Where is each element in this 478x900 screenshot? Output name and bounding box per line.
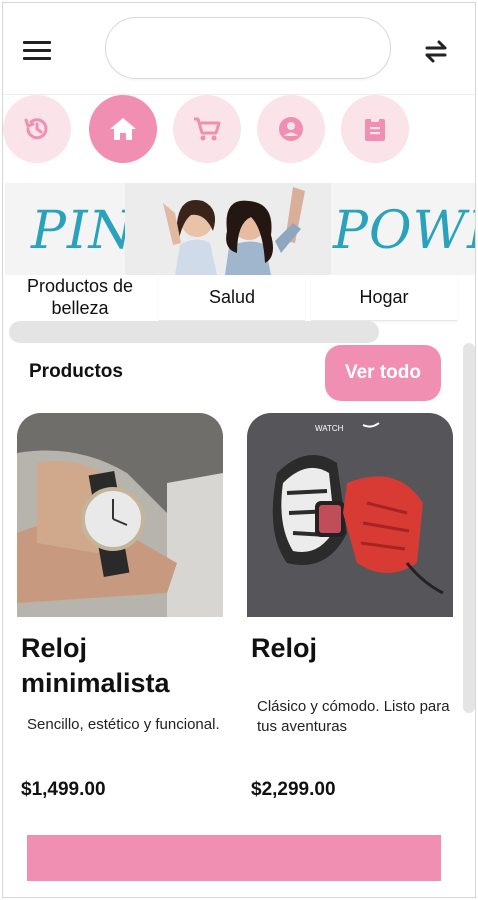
category-tabs: Productos de belleza Salud Hogar (3, 275, 475, 321)
vertical-scrollbar[interactable] (463, 343, 475, 713)
nav-history-button[interactable] (3, 95, 71, 163)
product-description: Clásico y cómodo. Listo para tus aventur… (257, 698, 450, 736)
product-image-brand-text: WATCH (315, 424, 344, 433)
product-price: $1,499.00 (21, 779, 106, 800)
hamburger-menu-icon[interactable] (23, 33, 63, 67)
clipboard-icon (365, 117, 385, 141)
product-name: Reloj minimalista (21, 633, 170, 698)
swap-arrows-icon[interactable] (421, 37, 451, 65)
app-frame: PINK POWER Productos de belleza Salud Ho… (2, 2, 476, 898)
product-name: Reloj (251, 633, 318, 663)
nav-account-button[interactable] (257, 95, 325, 163)
cart-icon (194, 117, 221, 141)
banner-word-right: POWER (333, 201, 475, 261)
product-price: $2,299.00 (251, 779, 336, 800)
nav-home-button[interactable] (89, 95, 157, 163)
horizontal-scrollbar[interactable] (9, 321, 379, 343)
category-tab-salud[interactable]: Salud (159, 275, 305, 321)
product-card[interactable]: WATCH Reloj Clásico y cómodo. Listo para… (247, 413, 453, 800)
category-tab-belleza[interactable]: Productos de belleza (7, 275, 153, 321)
product-description: Sencillo, estético y funcional. (27, 716, 220, 733)
products-section-title: Productos (29, 361, 123, 382)
search-input[interactable] (105, 17, 391, 79)
top-bar (3, 3, 475, 95)
nav-cart-button[interactable] (173, 95, 241, 163)
bottom-action-button[interactable] (27, 835, 441, 881)
product-image (17, 413, 223, 617)
product-image: WATCH (247, 413, 453, 617)
banner-photo (125, 183, 331, 275)
product-card[interactable]: Reloj minimalista Sencillo, estético y f… (17, 413, 223, 800)
category-tab-hogar[interactable]: Hogar (311, 275, 457, 321)
nav-orders-button[interactable] (341, 95, 409, 163)
home-icon (110, 118, 136, 140)
category-nav (3, 95, 475, 173)
history-icon (24, 118, 48, 140)
account-icon (279, 117, 303, 141)
promo-banner[interactable]: PINK POWER (5, 183, 475, 275)
see-all-button[interactable]: Ver todo (325, 345, 441, 401)
